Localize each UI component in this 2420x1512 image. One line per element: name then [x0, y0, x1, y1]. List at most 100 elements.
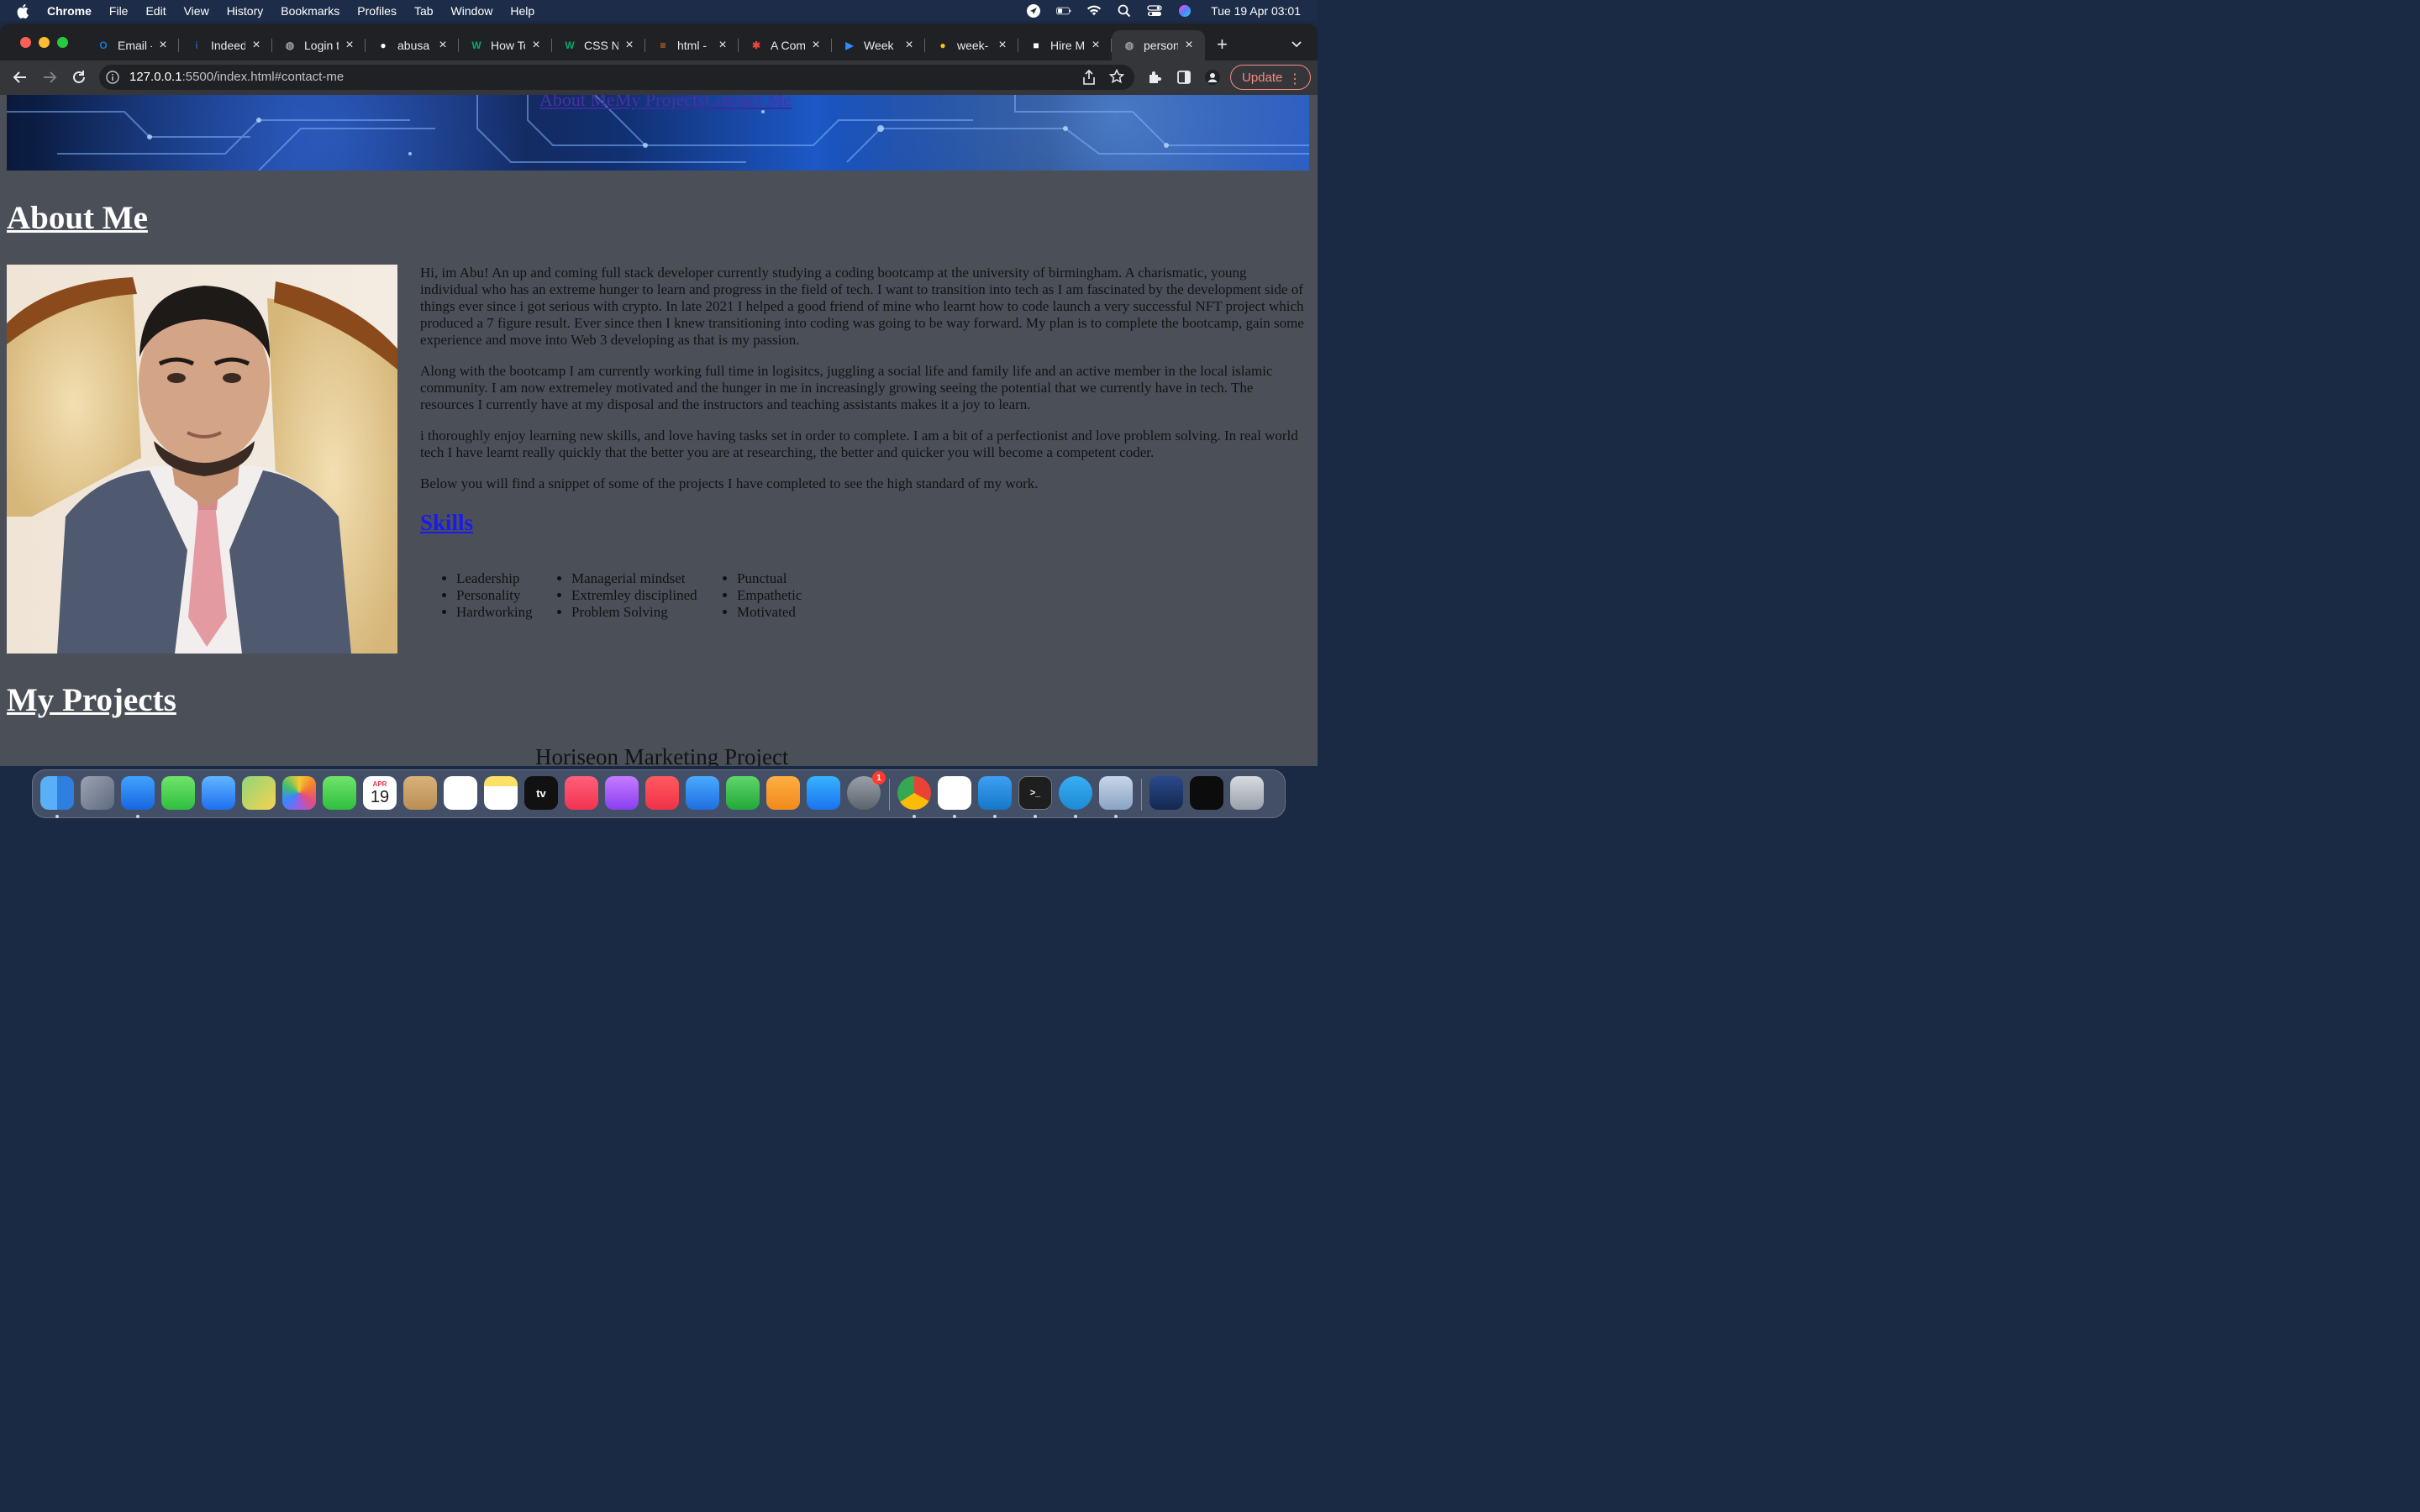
battery-icon[interactable] — [1056, 4, 1071, 18]
menu-clock[interactable]: Tue 19 Apr 03:01 — [1211, 4, 1301, 18]
location-arrow-icon[interactable] — [1026, 3, 1041, 18]
browser-tab[interactable]: O Email - × — [86, 30, 179, 60]
tab-close-icon[interactable]: × — [1183, 38, 1195, 53]
new-tab-button[interactable]: + — [1217, 35, 1228, 54]
spotlight-search-icon[interactable] — [1117, 4, 1132, 18]
tab-close-icon[interactable]: × — [437, 38, 449, 53]
wifi-icon[interactable] — [1086, 4, 1102, 18]
menu-app-name[interactable]: Chrome — [47, 4, 92, 18]
forward-arrow-icon[interactable] — [41, 69, 58, 86]
profile-avatar-icon[interactable] — [1205, 70, 1220, 85]
nav-link-my-projects[interactable]: My Projects — [615, 95, 705, 110]
browser-tab[interactable]: i Indeed × — [179, 30, 272, 60]
browser-tab[interactable]: W CSS N × — [552, 30, 645, 60]
tab-close-icon[interactable]: × — [717, 38, 729, 53]
contacts-icon[interactable] — [403, 776, 437, 810]
mail-icon[interactable] — [202, 776, 235, 810]
reminders-icon[interactable] — [444, 776, 477, 810]
share-icon[interactable] — [1082, 70, 1096, 85]
browser-tab[interactable]: ◍ person × — [1112, 30, 1205, 60]
keynote-icon[interactable] — [686, 776, 719, 810]
news-icon[interactable] — [645, 776, 679, 810]
menu-view[interactable]: View — [184, 4, 209, 18]
photos-icon[interactable] — [282, 776, 316, 810]
reload-icon[interactable] — [71, 69, 87, 86]
system-preferences-icon[interactable]: 1 — [847, 771, 886, 810]
trash-icon[interactable] — [1230, 776, 1264, 810]
w3schools-icon: W — [565, 39, 575, 51]
browser-tab[interactable]: ✱ A Com × — [739, 30, 832, 60]
music-icon[interactable] — [565, 776, 598, 810]
bookmark-star-icon[interactable] — [1109, 69, 1124, 84]
back-arrow-icon[interactable] — [12, 69, 29, 86]
preview-icon[interactable] — [1099, 776, 1133, 810]
menu-tab[interactable]: Tab — [414, 4, 434, 18]
menu-profiles[interactable]: Profiles — [357, 4, 397, 18]
screenshot-stack-icon[interactable] — [1190, 776, 1223, 810]
menu-help[interactable]: Help — [510, 4, 534, 18]
tab-close-icon[interactable]: × — [623, 38, 635, 53]
messages-icon[interactable] — [161, 776, 195, 810]
notification-badge: 1 — [872, 771, 886, 785]
menu-file[interactable]: File — [109, 4, 129, 18]
tab-close-icon[interactable]: × — [903, 38, 915, 53]
downloads-stack-icon[interactable] — [1150, 776, 1183, 810]
browser-tab[interactable]: ● abusa × — [366, 30, 459, 60]
side-panel-icon[interactable] — [1176, 70, 1192, 85]
vscode-icon[interactable] — [978, 776, 1012, 810]
telegram-icon[interactable] — [1059, 776, 1092, 810]
browser-tab[interactable]: W How To × — [459, 30, 552, 60]
tab-close-icon[interactable]: × — [1090, 38, 1102, 53]
url-text[interactable]: 127.0.0.1:5500/index.html#contact-me — [129, 70, 344, 84]
chrome-icon[interactable] — [897, 776, 931, 810]
skills-heading[interactable]: Skills — [420, 510, 473, 536]
site-info-icon[interactable] — [106, 71, 119, 84]
menu-edit[interactable]: Edit — [145, 4, 166, 18]
browser-tab[interactable]: ● week- × — [925, 30, 1018, 60]
update-chrome-button[interactable]: Update ⋮ — [1230, 65, 1311, 90]
tab-close-icon[interactable]: × — [810, 38, 822, 53]
tab-close-icon[interactable]: × — [250, 38, 262, 53]
drop-icon: ● — [939, 39, 946, 51]
zoom-window-button[interactable] — [57, 37, 68, 48]
menu-window[interactable]: Window — [451, 4, 493, 18]
calendar-icon[interactable]: APR 19 — [363, 776, 397, 810]
tab-close-icon[interactable]: × — [997, 38, 1008, 53]
maps-icon[interactable] — [242, 776, 276, 810]
terminal-icon[interactable]: >_ — [1018, 776, 1052, 810]
browser-tab[interactable]: ▶ Week × — [832, 30, 925, 60]
nav-link-contact-me[interactable]: Contact Me — [705, 95, 792, 110]
address-bar[interactable]: 127.0.0.1:5500/index.html#contact-me — [99, 65, 1134, 90]
skill-item: Empathetic — [737, 587, 802, 604]
browser-tab[interactable]: ◍ Login t × — [272, 30, 366, 60]
menu-bookmarks[interactable]: Bookmarks — [281, 4, 339, 18]
finder-icon[interactable] — [40, 776, 74, 810]
launchpad-icon[interactable] — [81, 776, 114, 810]
minimize-window-button[interactable] — [39, 37, 50, 48]
numbers-icon[interactable] — [726, 776, 760, 810]
about-me-heading[interactable]: About Me — [7, 199, 148, 237]
tab-close-icon[interactable]: × — [157, 38, 169, 53]
browser-tab[interactable]: ≡ html - × — [645, 30, 739, 60]
notes-icon[interactable] — [484, 776, 518, 810]
close-window-button[interactable] — [20, 37, 31, 48]
nav-link-about-me[interactable]: About Me — [539, 95, 615, 110]
pages-icon[interactable] — [766, 776, 800, 810]
browser-tab[interactable]: ■ Hire M × — [1018, 30, 1112, 60]
more-menu-icon[interactable]: ⋮ — [1288, 71, 1302, 87]
menu-history[interactable]: History — [227, 4, 264, 18]
extensions-puzzle-icon[interactable] — [1147, 70, 1162, 85]
siri-icon[interactable] — [1177, 4, 1192, 18]
slack-icon[interactable] — [938, 776, 971, 810]
tab-search-chevron-icon[interactable] — [1291, 39, 1302, 50]
tab-close-icon[interactable]: × — [530, 38, 542, 53]
appstore-icon[interactable] — [807, 776, 840, 810]
tab-close-icon[interactable]: × — [344, 38, 355, 53]
apple-menu-icon[interactable] — [15, 3, 32, 19]
facetime-icon[interactable] — [323, 776, 356, 810]
podcasts-icon[interactable] — [605, 776, 639, 810]
appletv-icon[interactable]: tv — [524, 776, 558, 810]
control-center-icon[interactable] — [1147, 4, 1162, 18]
my-projects-heading[interactable]: My Projects — [7, 681, 176, 719]
safari-icon[interactable] — [121, 776, 155, 810]
